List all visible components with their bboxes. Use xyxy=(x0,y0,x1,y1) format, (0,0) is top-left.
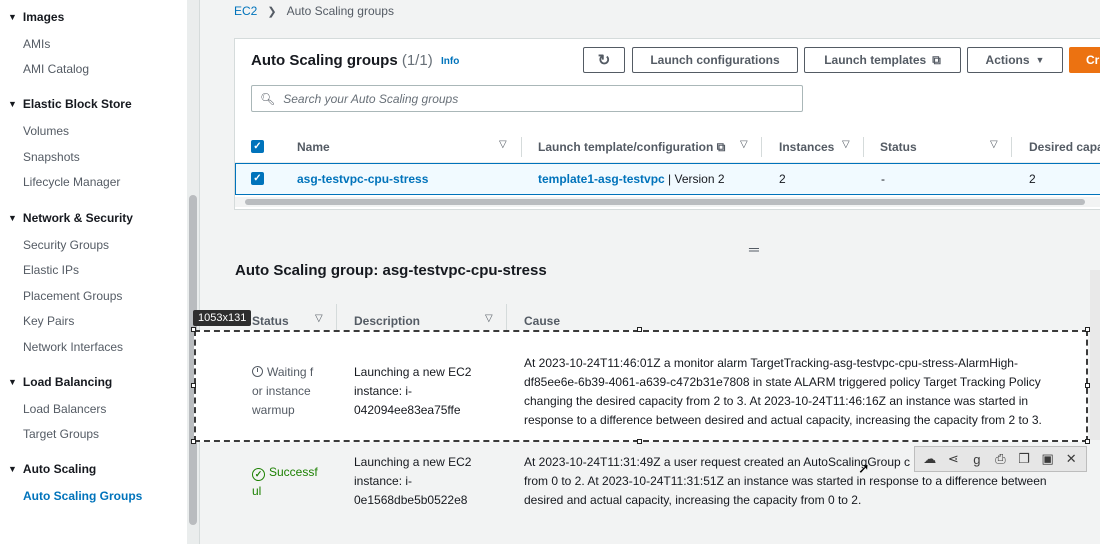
panel-title: Auto Scaling groups (1/1) xyxy=(251,52,433,69)
sidebar-scrollbar[interactable] xyxy=(187,0,199,544)
caret-down-icon: ▼ xyxy=(8,12,17,22)
search-box[interactable]: 🔍︎ xyxy=(251,85,803,112)
select-all-checkbox[interactable]: ✓ xyxy=(251,140,264,153)
column-name[interactable]: Name xyxy=(297,140,330,154)
mouse-cursor-icon: ➚ xyxy=(858,460,870,476)
desired-capacity-cell: 2 xyxy=(1029,172,1036,186)
create-button[interactable]: Cr xyxy=(1069,47,1100,73)
column-description[interactable]: Description xyxy=(354,314,420,328)
asg-name-link[interactable]: asg-testvpc-cpu-stress xyxy=(297,172,428,186)
sidebar-item-snapshots[interactable]: Snapshots xyxy=(23,150,80,164)
nav-section-ebs[interactable]: ▼ Elastic Block Store xyxy=(8,97,132,111)
refresh-icon: ↻ xyxy=(597,52,611,69)
nav-section-images[interactable]: ▼ Images xyxy=(8,10,64,24)
actions-dropdown[interactable]: Actions ▼ xyxy=(967,47,1063,73)
column-cause[interactable]: Cause xyxy=(524,314,560,328)
nav-section-load-balancing[interactable]: ▼ Load Balancing xyxy=(8,375,112,389)
split-panel-resize-handle[interactable]: ═ xyxy=(749,241,759,257)
sidebar-item-ami-catalog[interactable]: AMI Catalog xyxy=(23,62,89,76)
description-cell: Launching a new EC2 instance: i- 0e1568d… xyxy=(354,455,472,507)
search-input[interactable] xyxy=(283,91,784,106)
scrollbar-thumb[interactable] xyxy=(245,199,1085,205)
sort-icon[interactable]: ▽ xyxy=(485,313,493,324)
cloud-upload-icon[interactable]: ☁ xyxy=(921,451,939,467)
chevron-right-icon: ❯ xyxy=(267,5,277,18)
cause-cell: At 2023-10-24T11:46:01Z a monitor alarm … xyxy=(524,356,1042,427)
caret-down-icon: ▼ xyxy=(8,213,17,223)
status-cell: ✓ Successf ul xyxy=(252,465,318,498)
launch-template-link[interactable]: template1-asg-testvpc xyxy=(538,172,665,186)
detail-title: Auto Scaling group: asg-testvpc-cpu-stre… xyxy=(235,262,547,279)
launch-configurations-button[interactable]: Launch configurations xyxy=(632,47,798,73)
sort-icon[interactable]: ▽ xyxy=(842,139,850,150)
resize-handle[interactable] xyxy=(191,327,196,332)
share-icon[interactable]: ⋖ xyxy=(944,451,962,467)
table-header: ✓ Name ▽ Launch template/configuration ⧉… xyxy=(235,131,1100,163)
instances-cell: 2 xyxy=(779,172,786,186)
caret-down-icon: ▼ xyxy=(8,464,17,474)
nav-section-network-security[interactable]: ▼ Network & Security xyxy=(8,211,133,225)
sort-icon[interactable]: ▽ xyxy=(740,139,748,150)
horizontal-scrollbar[interactable] xyxy=(235,197,1100,207)
external-link-icon: ⧉ xyxy=(716,140,726,154)
resize-handle[interactable] xyxy=(191,439,196,444)
success-check-icon: ✓ xyxy=(252,468,265,481)
sidebar-item-placement-groups[interactable]: Placement Groups xyxy=(23,289,122,303)
selection-dimensions-label: 1053x131 xyxy=(193,310,252,326)
copy-icon[interactable]: ❐ xyxy=(1015,451,1033,467)
info-link[interactable]: Info xyxy=(441,56,459,67)
breadcrumb: EC2 ❯ Auto Scaling groups xyxy=(234,4,394,18)
breadcrumb-ec2[interactable]: EC2 xyxy=(234,4,257,18)
sidebar-item-amis[interactable]: AMIs xyxy=(23,37,50,51)
caret-down-icon: ▼ xyxy=(8,99,17,109)
sidebar-item-network-interfaces[interactable]: Network Interfaces xyxy=(23,340,123,354)
column-desired-capacity[interactable]: Desired capa xyxy=(1029,140,1100,154)
sort-icon[interactable]: ▽ xyxy=(990,139,998,150)
sidebar-item-lifecycle-manager[interactable]: Lifecycle Manager xyxy=(23,175,120,189)
row-checkbox[interactable]: ✓ xyxy=(251,172,264,185)
refresh-button[interactable]: ↻ xyxy=(583,47,625,73)
table-row[interactable]: ✓ asg-testvpc-cpu-stress template1-asg-t… xyxy=(235,163,1100,195)
column-instances[interactable]: Instances xyxy=(779,140,834,154)
resize-handle[interactable] xyxy=(637,327,642,332)
panel-count: (1/1) xyxy=(401,52,433,69)
sidebar-item-auto-scaling-groups[interactable]: Auto Scaling Groups xyxy=(23,489,142,503)
description-cell: Launching a new EC2 instance: i- 042094e… xyxy=(354,365,472,417)
resize-handle[interactable] xyxy=(191,383,196,388)
print-icon[interactable]: ⎙ xyxy=(991,451,1009,467)
sidebar-nav: ▼ Images AMIs AMI Catalog ▼ Elastic Block … xyxy=(0,0,200,544)
column-status[interactable]: Status xyxy=(880,140,917,154)
sidebar-item-security-groups[interactable]: Security Groups xyxy=(23,238,109,252)
column-status[interactable]: Status xyxy=(252,314,289,328)
launch-template-cell: template1-asg-testvpc | Version 2 xyxy=(538,172,725,186)
status-cell: Waiting f or instance warmup xyxy=(252,365,314,417)
snip-selection[interactable]: Waiting f or instance warmup Launching a… xyxy=(194,330,1088,442)
nav-section-auto-scaling[interactable]: ▼ Auto Scaling xyxy=(8,462,96,476)
sidebar-item-load-balancers[interactable]: Load Balancers xyxy=(23,402,106,416)
sidebar-item-volumes[interactable]: Volumes xyxy=(23,124,69,138)
external-link-icon: ⧉ xyxy=(932,52,941,67)
launch-templates-button[interactable]: Launch templates ⧉ xyxy=(804,47,961,73)
sidebar-item-target-groups[interactable]: Target Groups xyxy=(23,427,99,441)
right-scrollbar[interactable] xyxy=(1090,270,1100,440)
sort-icon[interactable]: ▽ xyxy=(315,313,323,324)
google-search-icon[interactable]: g xyxy=(968,452,986,467)
caret-down-icon: ▼ xyxy=(8,377,17,387)
resize-handle[interactable] xyxy=(637,439,642,444)
sidebar-item-key-pairs[interactable]: Key Pairs xyxy=(23,314,74,328)
sort-icon[interactable]: ▽ xyxy=(499,139,507,150)
breadcrumb-current: Auto Scaling groups xyxy=(286,4,394,18)
sidebar-item-elastic-ips[interactable]: Elastic IPs xyxy=(23,263,79,277)
column-launch-template[interactable]: Launch template/configuration ⧉ xyxy=(538,140,725,155)
status-cell: - xyxy=(881,172,885,186)
snip-toolbar: ☁ ⋖ g ⎙ ❐ ▣ ✕ xyxy=(914,446,1087,472)
search-icon: 🔍︎ xyxy=(260,91,276,106)
caret-down-icon: ▼ xyxy=(1035,55,1045,65)
clock-icon xyxy=(252,366,263,377)
save-icon[interactable]: ▣ xyxy=(1039,451,1057,467)
asg-list-panel: Auto Scaling groups (1/1) Info ↻ Launch … xyxy=(234,38,1100,210)
close-icon[interactable]: ✕ xyxy=(1062,451,1080,467)
